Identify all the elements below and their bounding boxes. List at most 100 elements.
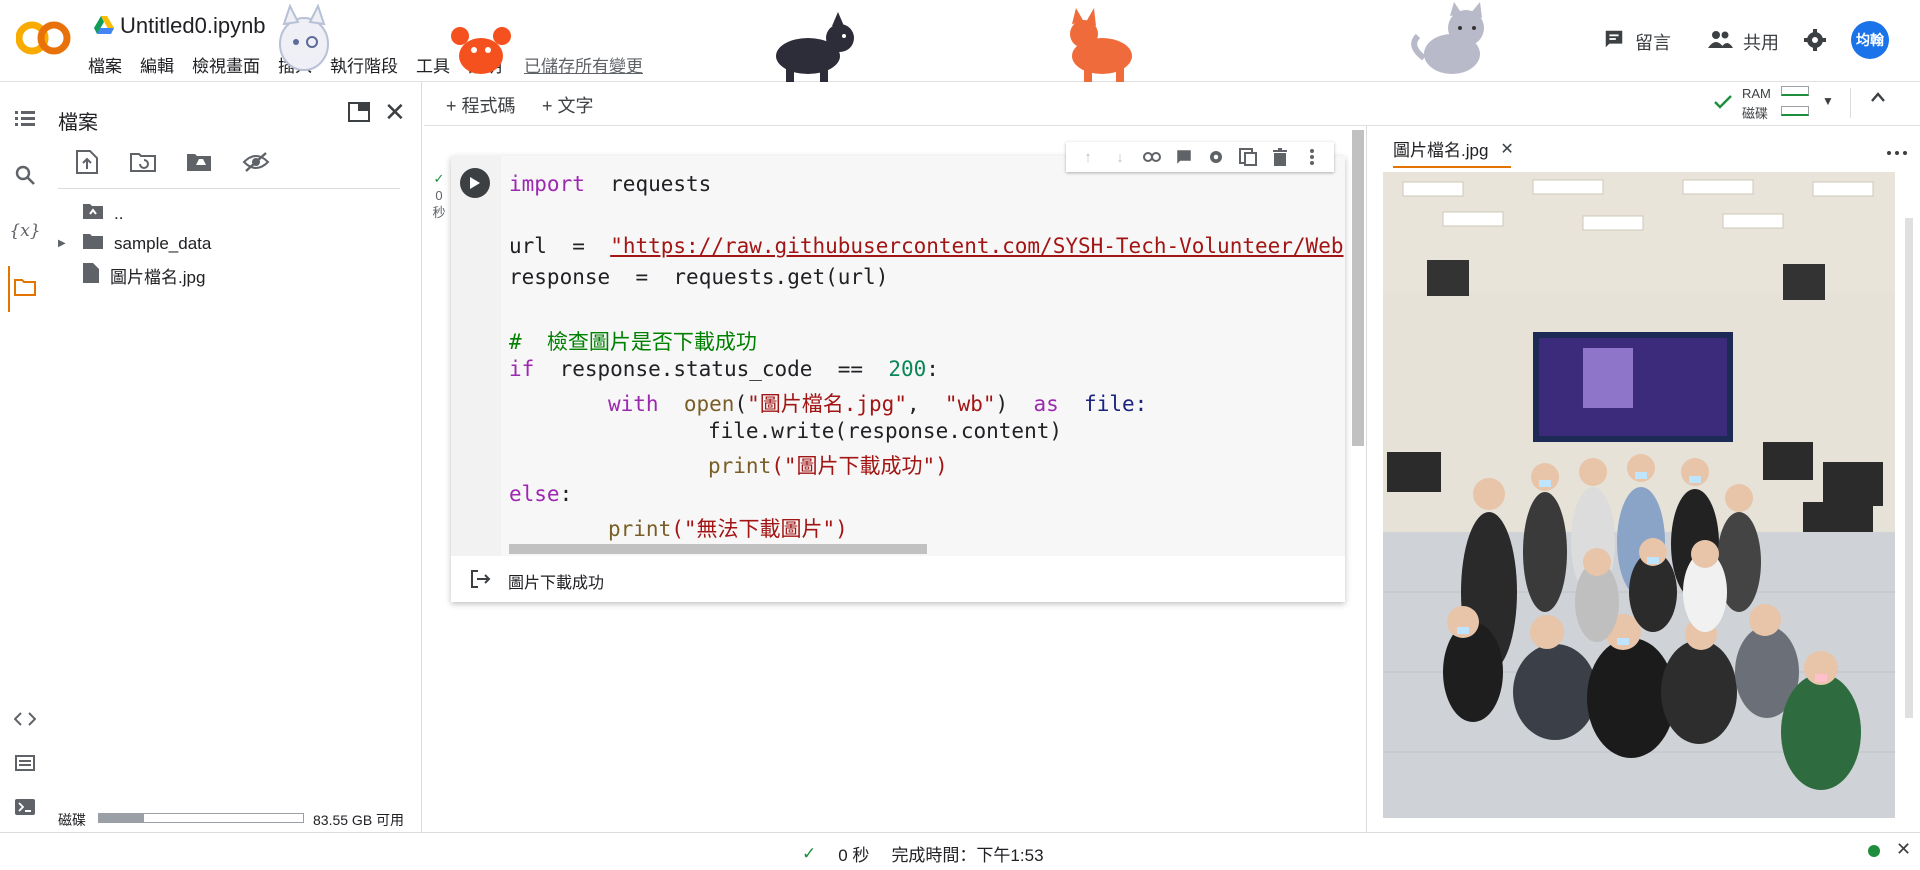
crab-mascot-icon: [450, 22, 512, 85]
disk-free-text: 83.55 GB 可用: [313, 812, 405, 828]
status-completed-time: 完成時間：下午1:53: [891, 846, 1044, 865]
code-horizontal-scrollbar[interactable]: [509, 544, 927, 554]
status-check-icon: ✓: [802, 843, 817, 863]
folder-icon[interactable]: [12, 274, 38, 300]
cell-output: 圖片下載成功: [451, 556, 1345, 602]
active-tab-indicator: [1393, 166, 1511, 168]
disk-res-label: 磁碟: [1742, 106, 1769, 121]
move-down-icon[interactable]: ↓: [1109, 146, 1131, 168]
code-line-3: url = "https://raw.githubusercontent.com…: [509, 234, 1344, 258]
tree-item-parent[interactable]: ..: [82, 202, 123, 225]
viewer-tab-label: 圖片檔名.jpg: [1393, 141, 1489, 160]
link-icon[interactable]: [1141, 146, 1163, 168]
image-viewer-panel: 圖片檔名.jpg ✕: [1366, 126, 1920, 832]
disk-usage-bar: [98, 813, 304, 823]
code-line-1: import requests: [509, 172, 712, 196]
code-line-7: if response.status_code == 200:: [509, 357, 939, 381]
toolbar-divider: [1850, 88, 1851, 118]
tree-item-label: ..: [114, 203, 124, 223]
status-info[interactable]: ✓ 0 秒 完成時間：下午1:53: [802, 841, 1044, 866]
code-line-10: print("圖片下載成功"): [708, 454, 948, 478]
delete-trash-icon[interactable]: [1269, 146, 1291, 168]
dog-mascot-icon: [766, 10, 862, 91]
tree-item-image-file[interactable]: 圖片檔名.jpg: [82, 262, 205, 289]
upload-file-icon[interactable]: [76, 150, 98, 179]
saved-status-link[interactable]: 已儲存所有變更: [524, 52, 643, 77]
cat-mascot-icon: [272, 3, 336, 83]
table-of-contents-icon[interactable]: [12, 106, 38, 132]
mirror-cell-icon[interactable]: [1237, 146, 1259, 168]
tree-item-label: 圖片檔名.jpg: [110, 268, 206, 287]
folder-icon: [82, 232, 104, 255]
ram-meter: [1781, 86, 1809, 96]
close-status-icon[interactable]: ✕: [1896, 839, 1911, 860]
status-elapsed: 0 秒: [838, 846, 870, 865]
exec-check-icon: ✓: [433, 171, 445, 186]
collapse-header-icon[interactable]: [1870, 90, 1886, 108]
corgi-mascot-icon: [1054, 8, 1146, 91]
add-text-button[interactable]: + 文字: [542, 92, 594, 118]
close-panel-icon[interactable]: ✕: [384, 99, 406, 125]
colab-logo[interactable]: [15, 18, 72, 58]
exec-time-value: 0: [435, 188, 443, 203]
tree-item-label: sample_data: [114, 233, 212, 253]
menu-runtime[interactable]: 執行階段: [330, 52, 398, 77]
tree-item-sample-data[interactable]: ▶ sample_data: [58, 232, 211, 255]
code-editor[interactable]: import requests url = "https://raw.githu…: [501, 156, 1345, 556]
viewer-scrollbar[interactable]: [1905, 218, 1913, 718]
comment-button[interactable]: 留言: [1603, 28, 1671, 55]
hide-hidden-files-icon[interactable]: [242, 152, 270, 177]
files-divider: [58, 188, 400, 189]
code-line-4: response = requests.get(url): [509, 265, 889, 289]
more-horiz-icon[interactable]: [1887, 142, 1907, 160]
variables-icon[interactable]: {x}: [9, 218, 40, 244]
open-in-tab-icon[interactable]: [348, 102, 370, 127]
files-panel: 檔案 ✕ .. ▶ sample_data 圖片檔名.jpg 磁碟 83.55 …: [48, 82, 422, 832]
classroom-group-photo: [1383, 172, 1895, 818]
cell-exec-info: ✓ 0 秒: [432, 170, 446, 221]
drive-icon[interactable]: [94, 16, 114, 34]
menu-file[interactable]: 檔案: [88, 52, 122, 77]
code-cell[interactable]: import requests url = "https://raw.githu…: [451, 142, 1345, 602]
menu-edit[interactable]: 編輯: [140, 52, 174, 77]
menu-bar: 檔案 編輯 檢視畫面 插入 執行階段 工具 說明 已儲存所有變更: [88, 52, 661, 77]
more-vert-icon[interactable]: [1301, 146, 1323, 168]
code-line-8: with open("圖片檔名.jpg", "wb") as file:: [608, 392, 1148, 416]
share-label: 共用: [1743, 32, 1779, 53]
refresh-folder-icon[interactable]: [130, 152, 156, 177]
people-icon: [1707, 28, 1733, 55]
code-snippets-icon[interactable]: [12, 706, 38, 732]
run-cell-button[interactable]: [460, 168, 490, 198]
runtime-dropdown-icon[interactable]: ▼: [1822, 94, 1834, 108]
viewer-tab[interactable]: 圖片檔名.jpg ✕: [1393, 136, 1514, 161]
terminal-icon[interactable]: [12, 794, 38, 820]
notebook-title[interactable]: Untitled0.ipynb: [120, 13, 266, 39]
disk-label: 磁碟: [58, 812, 86, 828]
add-code-button[interactable]: + 程式碼: [446, 92, 516, 118]
comment-icon[interactable]: [1173, 146, 1195, 168]
status-bar: ✓ 0 秒 完成時間：下午1:53 ✕: [0, 832, 1920, 870]
share-button[interactable]: 共用: [1707, 28, 1779, 55]
top-header: Untitled0.ipynb 檔案 編輯 檢視畫面 插入 執行階段 工具 說明…: [0, 0, 1920, 82]
move-up-icon[interactable]: ↑: [1077, 146, 1099, 168]
resources-indicator[interactable]: RAM 磁碟: [1742, 84, 1771, 124]
search-icon[interactable]: [12, 162, 38, 188]
user-avatar[interactable]: 均翰: [1851, 21, 1889, 59]
mount-drive-icon[interactable]: [186, 152, 212, 177]
menu-view[interactable]: 檢視畫面: [192, 52, 260, 77]
code-line-9: file.write(response.content): [708, 419, 1063, 443]
ram-label: RAM: [1742, 86, 1771, 101]
exec-time-unit: 秒: [432, 205, 446, 220]
settings-gear-icon[interactable]: [1803, 28, 1827, 57]
play-icon: [470, 177, 480, 189]
connected-check-icon: [1714, 94, 1732, 115]
menu-tools[interactable]: 工具: [416, 52, 450, 77]
command-palette-icon[interactable]: [12, 750, 38, 776]
code-line-11: else:: [509, 482, 573, 506]
cell-settings-gear-icon[interactable]: [1205, 146, 1227, 168]
connection-status-dot: [1868, 845, 1880, 857]
notebook-scrollbar[interactable]: [1352, 130, 1364, 446]
output-icon[interactable]: [471, 570, 491, 593]
close-tab-icon[interactable]: ✕: [1500, 139, 1513, 159]
cell-gutter: [451, 156, 501, 556]
